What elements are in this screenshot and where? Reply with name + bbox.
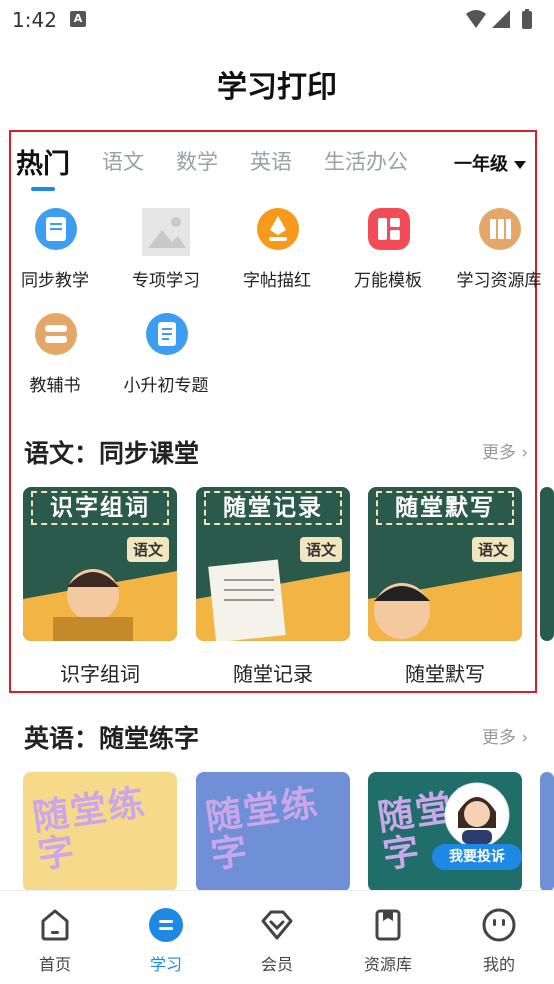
notebook-illustration bbox=[208, 559, 286, 641]
more-label: 更多 bbox=[482, 728, 516, 748]
tab-hot[interactable]: 热门 bbox=[16, 142, 70, 181]
card-sign: 识字组词 bbox=[31, 491, 169, 525]
card-class-notes[interactable]: 随堂记录 语文 bbox=[196, 487, 350, 641]
grid-label: 小升初专题 bbox=[123, 376, 209, 396]
bookshelf-icon bbox=[479, 208, 521, 250]
nav-study[interactable]: 学习 bbox=[126, 903, 206, 974]
grid-item-resource-library[interactable]: 学习资源库 bbox=[444, 208, 554, 298]
grade-selector[interactable]: 一年级 bbox=[454, 150, 526, 176]
nav-membership[interactable]: 会员 bbox=[237, 903, 317, 974]
card-badge: 语文 bbox=[299, 537, 342, 562]
subject-tabs: 热门 语文 数学 英语 生活办公 一年级 bbox=[16, 140, 536, 191]
card-sign: 随堂记录 bbox=[204, 491, 342, 525]
card-badge: 语文 bbox=[126, 537, 169, 562]
template-red-icon bbox=[368, 208, 410, 250]
grid-item-tutorial-books[interactable]: 教辅书 bbox=[0, 313, 110, 403]
tab-math[interactable]: 数学 bbox=[176, 146, 218, 176]
card-title: 随堂练字 bbox=[30, 782, 149, 877]
customer-service-avatar-icon bbox=[444, 782, 510, 848]
tab-english[interactable]: 英语 bbox=[250, 146, 292, 176]
card-handwriting-2[interactable]: 随堂练字 bbox=[196, 772, 350, 892]
wifi-icon bbox=[466, 10, 486, 28]
card-sign: 随堂默写 bbox=[376, 491, 514, 525]
tab-life-office[interactable]: 生活办公 bbox=[324, 146, 408, 176]
more-link-chinese[interactable]: 更多 › bbox=[482, 438, 528, 463]
grid-item-copybook[interactable]: 字帖描红 bbox=[222, 208, 332, 298]
signal-icon bbox=[492, 10, 510, 28]
nav-label: 会员 bbox=[260, 955, 293, 974]
card-handwriting-1[interactable]: 随堂练字 bbox=[23, 772, 177, 892]
grade-label: 一年级 bbox=[454, 154, 508, 175]
section-title-english: 英语：随堂练字 bbox=[24, 724, 200, 753]
diamond-icon bbox=[261, 910, 293, 940]
card-partial[interactable] bbox=[540, 487, 554, 641]
bottom-navigation: 首页 学习 会员 资源库 我的 bbox=[0, 890, 554, 984]
grid-item-special-study[interactable]: 专项学习 bbox=[111, 208, 221, 298]
complaint-label: 我要投诉 bbox=[432, 844, 522, 870]
card-partial[interactable] bbox=[540, 772, 554, 892]
nav-profile[interactable]: 我的 bbox=[459, 903, 539, 974]
more-label: 更多 bbox=[482, 443, 516, 463]
status-bar: 1:42 A bbox=[0, 0, 554, 40]
card-literacy-words[interactable]: 识字组词 语文 bbox=[23, 487, 177, 641]
grid-label: 学习资源库 bbox=[456, 271, 542, 291]
study-icon bbox=[149, 908, 183, 942]
nav-library[interactable]: 资源库 bbox=[348, 903, 428, 974]
library-icon bbox=[375, 909, 401, 941]
tab-chinese[interactable]: 语文 bbox=[102, 146, 144, 176]
card-class-dictation[interactable]: 随堂默写 语文 bbox=[368, 487, 522, 641]
document-blue-icon bbox=[146, 313, 188, 355]
system-status-icons bbox=[466, 9, 532, 29]
caret-down-icon bbox=[514, 161, 526, 169]
nav-label: 学习 bbox=[149, 955, 182, 974]
books-stack-icon bbox=[35, 313, 77, 355]
notification-icon: A bbox=[70, 11, 86, 27]
grid-item-primary-to-middle[interactable]: 小升初专题 bbox=[111, 313, 221, 403]
pen-orange-icon bbox=[257, 208, 299, 250]
chevron-right-icon: › bbox=[516, 728, 529, 748]
card-caption: 随堂默写 bbox=[405, 662, 485, 686]
battery-icon bbox=[522, 11, 532, 29]
card-badge: 语文 bbox=[471, 537, 514, 562]
cartoon-child-illustration bbox=[53, 569, 133, 641]
profile-icon bbox=[482, 908, 516, 942]
section-title-chinese: 语文：同步课堂 bbox=[24, 439, 200, 468]
status-time: 1:42 bbox=[12, 8, 57, 32]
chevron-right-icon: › bbox=[516, 443, 529, 463]
card-caption: 识字组词 bbox=[60, 662, 140, 686]
book-blue-icon bbox=[35, 208, 77, 250]
page-title: 学习打印 bbox=[217, 70, 337, 105]
home-icon bbox=[41, 909, 69, 941]
nav-label: 资源库 bbox=[363, 955, 412, 974]
nav-home[interactable]: 首页 bbox=[15, 903, 95, 974]
image-placeholder-icon bbox=[142, 208, 190, 256]
nav-label: 我的 bbox=[482, 955, 515, 974]
cartoon-child-illustration bbox=[374, 583, 430, 639]
nav-label: 首页 bbox=[38, 955, 71, 974]
grid-item-sync-teaching[interactable]: 同步教学 bbox=[0, 208, 110, 298]
grid-item-templates[interactable]: 万能模板 bbox=[333, 208, 443, 298]
active-tab-indicator bbox=[31, 187, 55, 191]
card-title: 随堂练字 bbox=[203, 782, 322, 877]
card-caption: 随堂记录 bbox=[233, 662, 313, 686]
more-link-english[interactable]: 更多 › bbox=[482, 723, 528, 748]
complaint-button[interactable]: 我要投诉 bbox=[432, 782, 522, 872]
